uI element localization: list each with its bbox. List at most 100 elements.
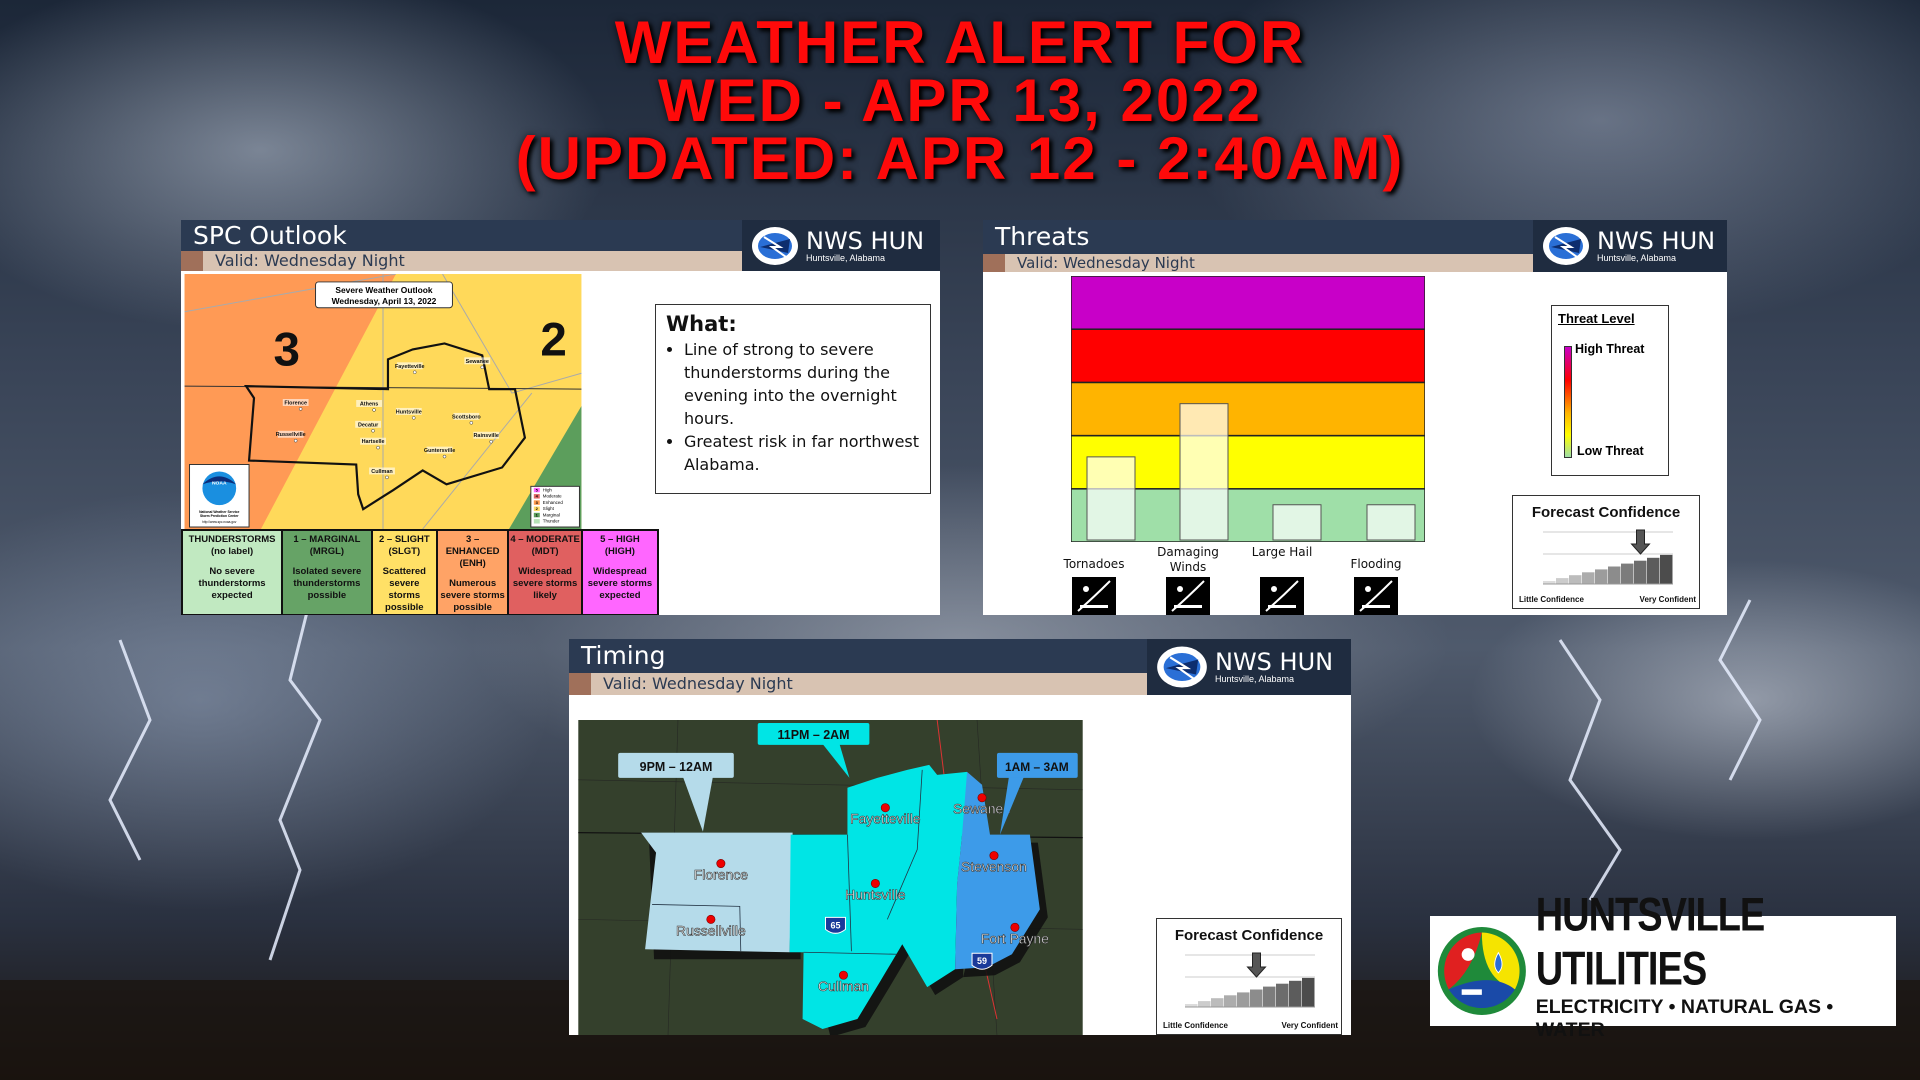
legend-low: Low Threat xyxy=(1577,444,1644,458)
map-title: Severe Weather Outlook xyxy=(335,285,433,295)
threat-band xyxy=(1071,276,1425,330)
map-legend-item: 2 Slight xyxy=(533,506,555,511)
alert-title-date: WED - APR 13, 2022 xyxy=(658,67,1262,134)
confidence-title: Forecast Confidence xyxy=(1174,927,1324,944)
nws-branding: NWS HUN Huntsville, Alabama xyxy=(742,220,940,271)
nws-logo-icon xyxy=(1543,227,1589,265)
confidence-high-label: Very Confident xyxy=(1639,595,1696,604)
svg-text:Sewanee: Sewanee xyxy=(953,801,1011,817)
forecast-confidence: Forecast Confidence Little Confidence Ve… xyxy=(1156,918,1342,1035)
utilities-emblem-icon xyxy=(1437,926,1526,1016)
category-name: 2 – SLIGHT xyxy=(378,534,430,545)
category-abbr: (MRGL) xyxy=(309,546,345,557)
alert-title-updated: (UPDATED: APR 12 - 2:40AM) xyxy=(515,125,1405,192)
spc-outlook-panel: SPC Outlook Valid: Wednesday Night NWS H… xyxy=(181,220,940,615)
map-legend-item: 1 Marginal xyxy=(533,512,560,517)
risk-category: THUNDERSTORMS (no label) No severe thunder… xyxy=(181,529,284,615)
what-summary-box: What: Line of strong to severe thunderst… xyxy=(655,304,931,494)
threats-panel: Threats Valid: Wednesday Night NWS HUN Hu… xyxy=(983,220,1727,615)
confidence-step xyxy=(1569,575,1582,584)
category-name: 4 – MODERATE xyxy=(510,534,580,545)
map-legend-item: 3 Enhanced xyxy=(533,500,563,505)
risk-category-legend: THUNDERSTORMS (no label) No severe thunder… xyxy=(181,529,660,615)
confidence-step xyxy=(1276,983,1289,1007)
threat-level-legend: Threat Level High Threat Low Threat xyxy=(1551,305,1669,476)
confidence-step xyxy=(1289,980,1302,1007)
nws-logo-icon xyxy=(1157,646,1207,688)
category-name: 1 – MARGINAL xyxy=(293,534,361,545)
wind-tree-icon xyxy=(1166,577,1210,615)
svg-text:Marginal: Marginal xyxy=(543,512,560,517)
svg-text:Sewanee: Sewanee xyxy=(466,359,489,365)
svg-text:Scottsboro: Scottsboro xyxy=(452,414,481,420)
sponsor-tagline: ELECTRICITY • NATURAL GAS • WATER xyxy=(1535,996,1834,1041)
interstate-65-shield: 65 xyxy=(825,916,846,934)
svg-text:Decatur: Decatur xyxy=(358,422,379,428)
svg-text:Florence: Florence xyxy=(284,400,307,406)
map-legend-item: 4 Moderate xyxy=(533,494,562,499)
confidence-step xyxy=(1608,566,1621,584)
svg-text:Hartselle: Hartselle xyxy=(362,439,385,445)
confidence-step xyxy=(1595,569,1608,584)
legend-title: Threat Level xyxy=(1558,311,1635,326)
svg-text:Guntersville: Guntersville xyxy=(424,448,455,454)
confidence-step xyxy=(1660,554,1673,584)
threat-bar xyxy=(1366,504,1416,541)
threat-band xyxy=(1071,328,1425,384)
confidence-arrow-icon xyxy=(1630,529,1651,555)
threat-label: Large Hail xyxy=(1251,545,1313,559)
svg-text:Huntsville: Huntsville xyxy=(845,886,906,902)
confidence-arrow-icon xyxy=(1246,952,1267,978)
legend-high: High Threat xyxy=(1575,342,1645,356)
svg-text:Moderate: Moderate xyxy=(543,494,562,499)
confidence-low-label: Little Confidence xyxy=(1163,1021,1228,1030)
svg-text:Fayetteville: Fayetteville xyxy=(395,364,425,370)
category-desc: Scattered severe storms possible xyxy=(382,566,426,613)
category-abbr: (no label) xyxy=(210,546,254,557)
svg-text:Russellville: Russellville xyxy=(676,922,746,938)
what-heading: What: xyxy=(666,312,737,336)
category-abbr: (MDT) xyxy=(531,546,559,557)
threat-label: Damaging Winds xyxy=(1157,545,1219,574)
interstate-59-shield: 59 xyxy=(971,952,993,970)
svg-text:Cullman: Cullman xyxy=(818,978,869,994)
svg-text:59: 59 xyxy=(977,956,987,966)
confidence-step xyxy=(1634,560,1647,584)
threat-level-chart xyxy=(1071,276,1425,542)
confidence-step xyxy=(1263,986,1276,1007)
svg-text:Cullman: Cullman xyxy=(371,469,392,475)
svg-text:Slight: Slight xyxy=(543,506,555,511)
noaa-caption-2: Storm Prediction Center xyxy=(200,514,239,518)
category-desc: Widespread severe storms expected xyxy=(587,566,653,601)
confidence-low-label: Little Confidence xyxy=(1519,595,1584,604)
threat-bar xyxy=(1272,504,1322,541)
svg-text:Florence: Florence xyxy=(694,866,748,882)
category-desc: No severe thunderstorms expected xyxy=(198,566,266,601)
noaa-logo-text: NOAA xyxy=(212,480,227,486)
svg-text:Russellville: Russellville xyxy=(276,432,306,438)
svg-text:9PM – 12AM: 9PM – 12AM xyxy=(640,760,713,774)
timing-map: Florence Russellville Huntsville Fayettevil… xyxy=(578,720,1083,1035)
nws-logo-icon xyxy=(752,226,798,265)
confidence-step xyxy=(1198,1001,1211,1007)
risk-category: 3 – ENHANCED (ENH) Numerous severe storms … xyxy=(435,529,510,615)
category-desc: Widespread severe storms likely xyxy=(512,566,578,601)
confidence-scale xyxy=(1185,952,1315,1008)
threat-band xyxy=(1071,381,1425,437)
huntsville-utilities-logo: HUNTSVILLE UTILITIES ELECTRICITY • NATUR… xyxy=(1430,889,1896,1041)
category-abbr: (SLGT) xyxy=(388,546,421,557)
confidence-step xyxy=(1582,572,1595,584)
confidence-step xyxy=(1211,998,1224,1007)
alert-title-line1: WEATHER ALERT FOR xyxy=(614,9,1306,76)
confidence-step xyxy=(1302,977,1315,1007)
svg-text:Stevenson: Stevenson xyxy=(961,859,1027,875)
confidence-title: Forecast Confidence xyxy=(1531,504,1681,521)
nws-office: NWS HUN xyxy=(1597,227,1716,255)
spc-outlook-map: 3 2 Severe Weather Outlook Wednesday, Ap… xyxy=(184,274,582,529)
svg-text:Rainsville: Rainsville xyxy=(473,433,498,439)
nws-office: NWS HUN xyxy=(1215,648,1334,676)
svg-text:Thunder: Thunder xyxy=(543,519,560,524)
what-bullet: Line of strong to severe thunderstorms d… xyxy=(684,338,920,430)
risk-category: 5 – HIGH (HIGH) Widespread severe storms e… xyxy=(580,529,660,615)
svg-text:65: 65 xyxy=(830,920,840,930)
